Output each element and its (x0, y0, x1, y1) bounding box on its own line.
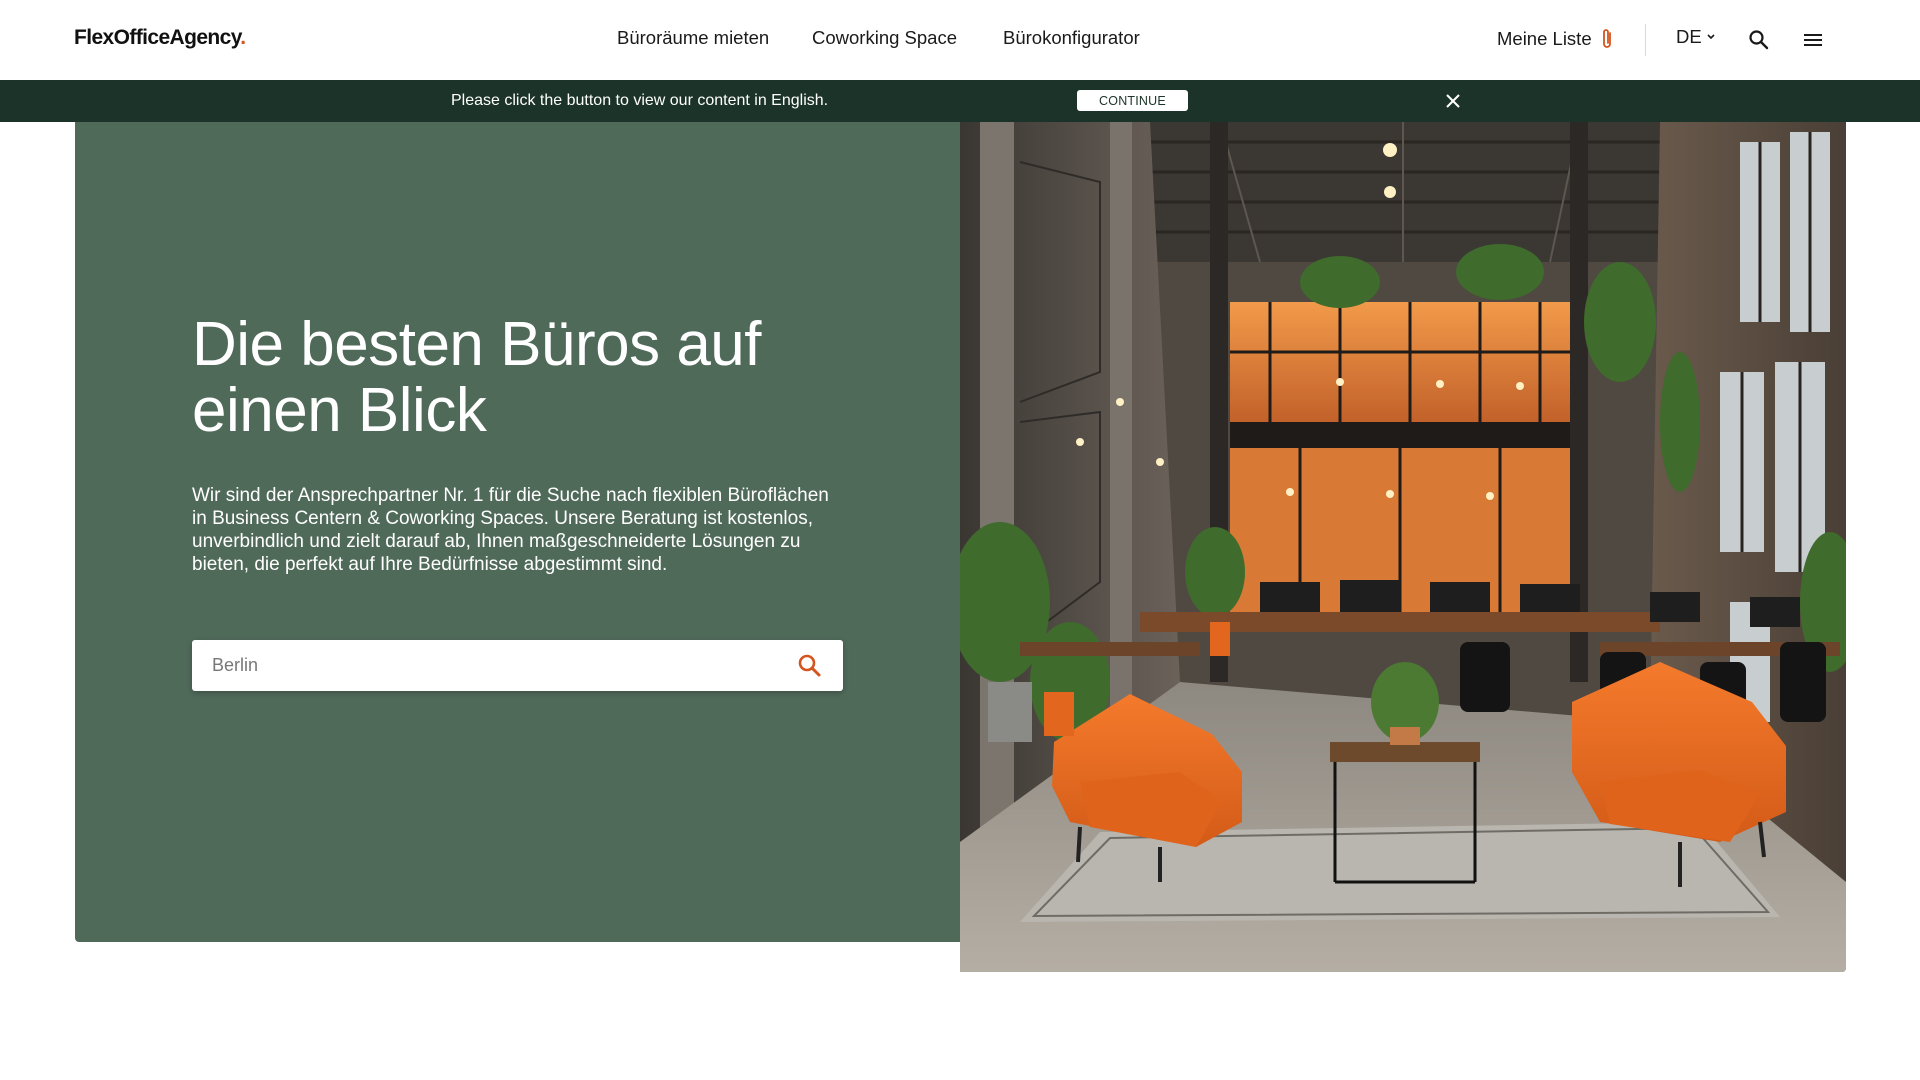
continue-button[interactable]: CONTINUE (1077, 90, 1188, 111)
hero-description: Wir sind der Ansprechpartner Nr. 1 für d… (192, 485, 829, 575)
my-list-label: Meine Liste (1497, 28, 1592, 49)
language-label: DE (1676, 26, 1702, 47)
hero-title: Die besten Büros auf einen Blick (192, 310, 762, 445)
site-header: FlexOfficeAgency. Büroräume mieten Cowor… (0, 0, 1920, 80)
header-divider (1645, 24, 1646, 56)
nav-link-coworking-space[interactable]: Coworking Space (812, 27, 957, 49)
location-search (192, 640, 843, 691)
nav-link-bueroraeume-mieten[interactable]: Büroräume mieten (617, 27, 769, 49)
language-selector[interactable]: DE (1676, 26, 1716, 48)
paperclip-icon (1602, 29, 1611, 48)
hamburger-menu-icon[interactable] (1800, 27, 1826, 53)
office-interior-image (960, 122, 1846, 972)
banner-text: Please click the button to view our cont… (451, 92, 829, 109)
search-icon[interactable] (1746, 27, 1772, 53)
nav-link-buerokonfigurator[interactable]: Bürokonfigurator (1003, 27, 1140, 49)
logo-text: FlexOfficeAgency (74, 26, 241, 49)
search-icon[interactable] (796, 652, 824, 680)
close-icon[interactable] (1441, 89, 1465, 113)
language-banner: Please click the button to view our cont… (0, 80, 1920, 122)
my-list-link[interactable]: Meine Liste (1497, 24, 1614, 54)
logo[interactable]: FlexOfficeAgency. (74, 26, 246, 50)
logo-dot: . (240, 26, 246, 49)
chevron-down-icon (1707, 34, 1715, 40)
location-search-input[interactable] (212, 640, 772, 691)
